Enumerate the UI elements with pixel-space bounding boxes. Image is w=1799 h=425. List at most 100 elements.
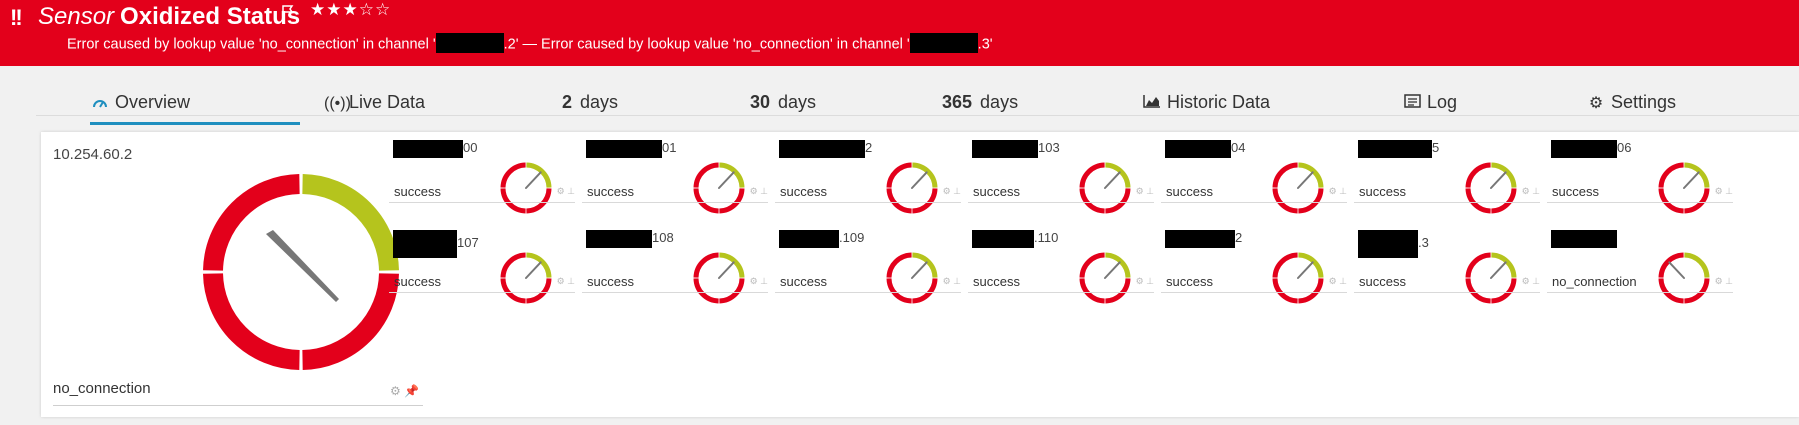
gear-icon[interactable]: ⚙ [1329, 186, 1337, 196]
priority-stars[interactable]: ★★★☆☆ [310, 0, 391, 20]
channel-card[interactable]: 2 success ⚙ ⊥ [1161, 222, 1347, 310]
channel-card[interactable]: 108 success ⚙ ⊥ [582, 222, 768, 310]
redacted-block [1165, 230, 1235, 248]
pin-icon[interactable]: ⊥ [1725, 186, 1733, 196]
pin-icon[interactable]: ⊥ [1532, 276, 1540, 286]
channel-card[interactable]: 2 success ⚙ ⊥ [775, 132, 961, 220]
channel-label-suffix: 107 [457, 235, 479, 251]
gear-icon[interactable]: ⚙ [557, 276, 565, 286]
pin-icon[interactable]: ⊥ [760, 276, 768, 286]
channel-card[interactable]: 06 success ⚙ ⊥ [1547, 132, 1733, 220]
redacted-block [1551, 230, 1617, 248]
sensor-header: !! Sensor Oxidized Status ★★★☆☆ Error cau… [0, 0, 1799, 66]
pin-icon[interactable]: ⊥ [567, 276, 575, 286]
channel-card[interactable]: no_connection ⚙ ⊥ [1547, 222, 1733, 310]
channel-card[interactable]: 103 success ⚙ ⊥ [968, 132, 1154, 220]
tab-live-data[interactable]: ((•))Live Data [324, 92, 425, 116]
channel-card[interactable]: 5 success ⚙ ⊥ [1354, 132, 1540, 220]
channel-label: .109 [779, 230, 864, 252]
channel-label-suffix: .109 [839, 230, 865, 246]
channel-tools: ⚙ 📌 [390, 384, 419, 398]
error-text-2: .2' — Error caused by lookup value 'no_c… [503, 36, 910, 53]
channel-label-suffix: 103 [1038, 140, 1060, 156]
tab-number: 30 [750, 92, 771, 112]
tab-log[interactable]: Log [1402, 92, 1457, 116]
main-channel-title: 10.254.60.2 [53, 146, 133, 163]
pin-icon[interactable]: ⊥ [953, 276, 961, 286]
pin-icon[interactable]: ⊥ [1146, 276, 1154, 286]
redacted-block [972, 140, 1038, 158]
channel-status: success [780, 184, 827, 199]
channel-label: 2 [779, 140, 872, 162]
tab-label: Log [1427, 92, 1458, 112]
channel-status: success [973, 184, 1020, 199]
pin-icon[interactable]: ⊥ [1339, 276, 1347, 286]
channel-label-suffix: 108 [652, 230, 674, 246]
channel-card[interactable]: 01 success ⚙ ⊥ [582, 132, 768, 220]
gear-icon[interactable]: ⚙ [1522, 276, 1530, 286]
tab-30-days[interactable]: 30 days [750, 92, 816, 116]
tab-365-days[interactable]: 365 days [942, 92, 1018, 116]
pin-icon[interactable]: 📌 [404, 384, 419, 398]
flag-icon[interactable] [280, 4, 296, 20]
redacted-block [779, 140, 865, 158]
gear-icon[interactable]: ⚙ [1715, 276, 1723, 286]
channel-label: 107 [393, 230, 479, 258]
tab-historic-data[interactable]: Historic Data [1142, 92, 1270, 116]
gear-icon[interactable]: ⚙ [1715, 186, 1723, 196]
gear-icon[interactable]: ⚙ [1522, 186, 1530, 196]
gear-icon[interactable]: ⚙ [943, 186, 951, 196]
channel-status-row: no_connection ⚙ ⊥ [1547, 274, 1733, 293]
redacted-block [393, 140, 463, 158]
pin-icon[interactable]: ⊥ [567, 186, 575, 196]
channel-card[interactable]: 00 success ⚙ ⊥ [389, 132, 575, 220]
pin-icon[interactable]: ⊥ [760, 186, 768, 196]
gauge-segment [302, 273, 399, 370]
gear-icon[interactable]: ⚙ [943, 276, 951, 286]
gear-icon[interactable]: ⚙ [557, 186, 565, 196]
tab-overview[interactable]: Overview [90, 92, 300, 125]
pin-icon[interactable]: ⊥ [1725, 276, 1733, 286]
channel-label-suffix: .110 [1034, 230, 1059, 246]
channel-card[interactable]: 107 success ⚙ ⊥ [389, 222, 575, 310]
gear-icon[interactable]: ⚙ [390, 384, 401, 398]
gear-icon[interactable]: ⚙ [1136, 186, 1144, 196]
channel-status: success [394, 184, 441, 199]
tab-settings[interactable]: ⚙ Settings [1586, 92, 1676, 116]
channel-status-row: success ⚙ ⊥ [582, 184, 768, 203]
channel-card[interactable]: .3 success ⚙ ⊥ [1354, 222, 1540, 310]
channel-label-suffix: 2 [865, 140, 873, 156]
channel-card[interactable]: .109 success ⚙ ⊥ [775, 222, 961, 310]
pin-icon[interactable]: ⊥ [1339, 186, 1347, 196]
gear-icon[interactable]: ⚙ [1329, 276, 1337, 286]
redacted-block [435, 33, 504, 53]
channel-label-suffix: 06 [1617, 140, 1632, 156]
redacted-block [909, 33, 978, 53]
channel-label: 04 [1165, 140, 1245, 162]
pin-icon[interactable]: ⊥ [1146, 186, 1154, 196]
gear-icon[interactable]: ⚙ [1136, 276, 1144, 286]
gear-icon[interactable]: ⚙ [750, 276, 758, 286]
tab-bar: Overview ((•))Live Data 2 days 30 days 365… [36, 82, 1799, 125]
gauge-needle [266, 230, 339, 302]
channel-card[interactable]: 04 success ⚙ ⊥ [1161, 132, 1347, 220]
gear-icon[interactable]: ⚙ [750, 186, 758, 196]
main-channel-gauge[interactable] [196, 167, 406, 377]
tab-label: Settings [1611, 92, 1677, 112]
tab-2-days[interactable]: 2 days [562, 92, 618, 116]
pin-icon[interactable]: ⊥ [1532, 186, 1540, 196]
log-list-icon [1402, 94, 1422, 113]
main-channel-status-row: no_connection ⚙ 📌 [53, 380, 423, 406]
channel-card[interactable]: .110 success ⚙ ⊥ [968, 222, 1154, 310]
channel-tools: ⚙ ⊥ [557, 186, 575, 197]
sensor-name: Oxidized Status [120, 3, 301, 30]
error-text-3: .3' [977, 36, 993, 53]
channel-label-suffix: 04 [1231, 140, 1246, 156]
tab-label: Historic Data [1167, 92, 1271, 112]
channel-status: success [1166, 184, 1213, 199]
channel-tools: ⚙ ⊥ [1715, 186, 1733, 197]
channel-label: 06 [1551, 140, 1631, 162]
gauge-segment [302, 174, 399, 271]
live-broadcast-icon: ((•)) [324, 95, 351, 112]
pin-icon[interactable]: ⊥ [953, 186, 961, 196]
